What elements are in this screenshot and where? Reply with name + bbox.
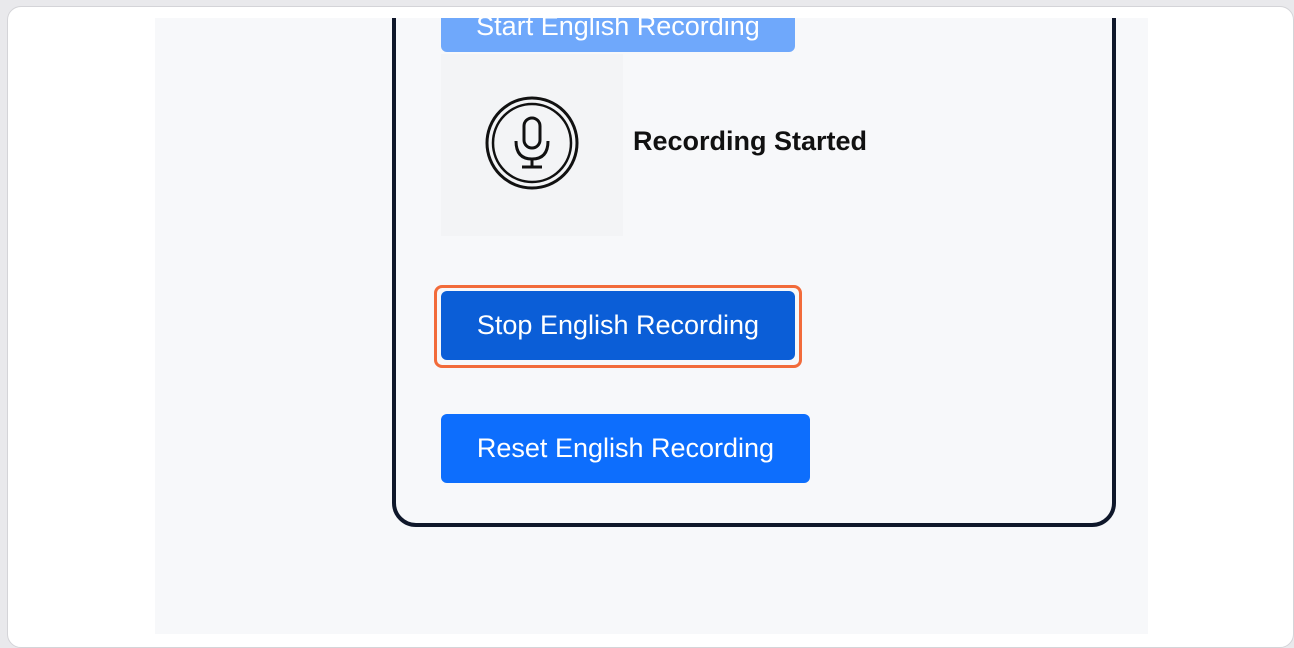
reset-recording-button[interactable]: Reset English Recording [441, 414, 810, 483]
start-recording-label: Start English Recording [476, 18, 760, 41]
stop-recording-button[interactable]: Stop English Recording [441, 291, 795, 360]
screenshot-frame: Start English Recording Recording Starte… [7, 6, 1294, 648]
microphone-icon [485, 96, 579, 190]
recording-card: Start English Recording Recording Starte… [392, 18, 1116, 527]
microphone-panel [441, 54, 623, 236]
page-viewport: Start English Recording Recording Starte… [155, 18, 1148, 634]
recording-status-text: Recording Started [633, 126, 868, 156]
start-recording-button[interactable]: Start English Recording [441, 18, 795, 52]
